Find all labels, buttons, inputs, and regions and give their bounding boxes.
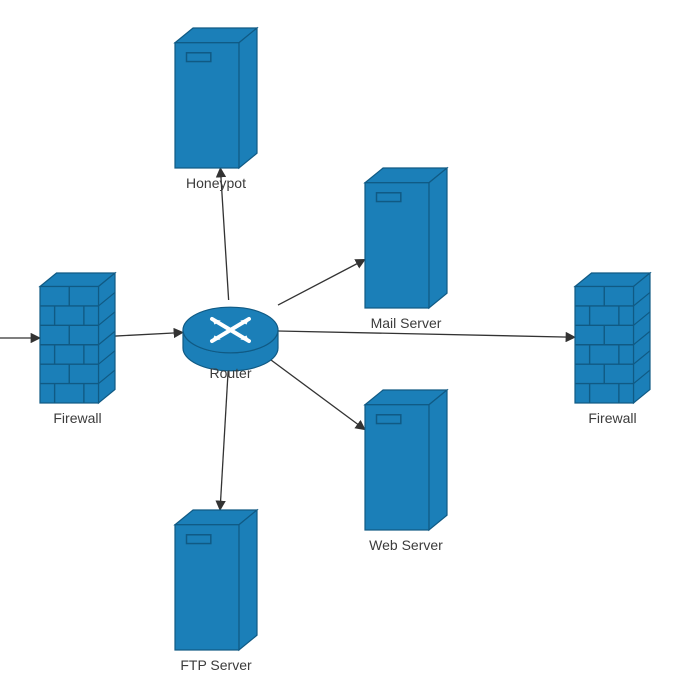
node-ftp-server: FTP Server	[175, 510, 257, 673]
edge-6	[278, 331, 575, 337]
node-firewall-left: Firewall	[40, 273, 115, 426]
node-firewall-right: Firewall	[575, 273, 650, 426]
node-mail-server: Mail Server	[365, 168, 447, 331]
node-router: Router	[183, 307, 278, 381]
node-honeypot: Honeypot	[175, 28, 257, 191]
edge-3	[278, 259, 365, 305]
edge-1	[115, 332, 183, 336]
label-firewall-left: Firewall	[53, 410, 101, 426]
node-web-server: Web Server	[365, 390, 447, 553]
label-router: Router	[209, 365, 251, 381]
label-honeypot: Honeypot	[186, 175, 246, 191]
edge-4	[271, 360, 365, 430]
label-firewall-right: Firewall	[588, 410, 636, 426]
label-mail-server: Mail Server	[371, 315, 442, 331]
label-ftp-server: FTP Server	[180, 657, 252, 673]
edge-5	[220, 360, 229, 510]
label-web-server: Web Server	[369, 537, 443, 553]
